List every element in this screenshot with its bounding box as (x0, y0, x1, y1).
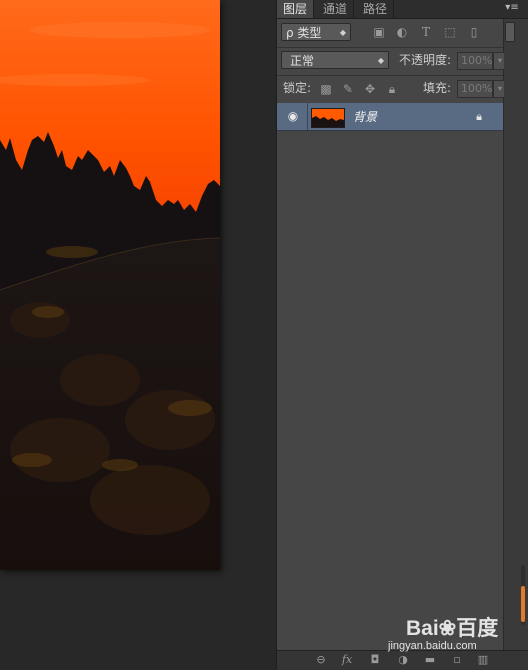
panel-collapse-handle[interactable] (505, 22, 515, 42)
adjustment-icon[interactable]: ◑ (395, 653, 411, 667)
opacity-label: 不透明度: (399, 53, 452, 67)
adjustment-filter-icon[interactable]: ◐ (395, 25, 409, 39)
filter-kind-label: ρ 类型 (286, 26, 322, 40)
link-icon[interactable]: ⊖ (313, 653, 329, 667)
mask-icon[interactable]: ◘ (367, 653, 383, 667)
chevron-updown-icon: ◆ (377, 56, 384, 65)
divider (307, 103, 308, 130)
fill-label: 填充: (423, 81, 452, 95)
shape-filter-icon[interactable]: ⬚ (443, 25, 457, 39)
fx-icon[interactable]: fx (339, 653, 355, 667)
layer-lock-icon: 🔒︎ (476, 110, 482, 123)
image-filter-icon[interactable]: ▣ (372, 25, 386, 39)
tab-paths[interactable]: 路径 (357, 0, 395, 18)
new-layer-icon[interactable]: ▫ (449, 653, 465, 667)
filter-kind-dropdown[interactable]: ρ 类型 ◆ (281, 23, 351, 41)
lock-row: 锁定: ▩ ✎ ✥ 🔒︎ 填充: 100% ▾ (277, 75, 507, 104)
lock-paint-brush-icon[interactable]: ✎ (341, 82, 355, 96)
layer-name[interactable]: 背景 (353, 108, 377, 126)
lock-label: 锁定: (283, 81, 312, 95)
blend-row: 正常 ◆ 不透明度: 100% ▾ (277, 47, 507, 76)
layer-filter-row: ρ 类型 ◆ ▣ ◐ T ⬚ ▯ (277, 19, 503, 48)
layers-bottom-bar: ⊖ fx ◘ ◑ ▬ ▫ ▥ (277, 650, 528, 670)
lock-transparent-icon[interactable]: ▩ (319, 82, 333, 96)
tab-layers[interactable]: 图层 (277, 0, 315, 18)
layer-row-background[interactable]: ◉ 背景 🔒︎ (277, 103, 503, 131)
lock-move-icon[interactable]: ✥ (363, 82, 377, 96)
panel-tab-bar: 图层 通道 路径 ▾≡ (277, 0, 528, 19)
scrollbar-thumb[interactable] (521, 586, 525, 622)
tab-channels[interactable]: 通道 (317, 0, 355, 18)
layers-panel: ρ 类型 ◆ ▣ ◐ T ⬚ ▯ 正常 ◆ 不透明度: 100% ▾ 锁定: ▩… (277, 19, 507, 650)
layers-panel-dock: 图层 通道 路径 ▾≡ ρ 类型 ◆ ▣ ◐ T ⬚ ▯ 正常 ◆ 不透明度: … (276, 0, 528, 670)
blend-mode-dropdown[interactable]: 正常 ◆ (281, 51, 389, 69)
panel-menu-icon[interactable]: ▾≡ (505, 2, 519, 14)
blend-mode-value: 正常 (290, 54, 315, 68)
visibility-eye-icon[interactable]: ◉ (285, 109, 301, 123)
lock-all-icon[interactable]: 🔒︎ (385, 82, 399, 96)
trash-icon[interactable]: ▥ (475, 653, 491, 667)
panel-side-strip (504, 19, 528, 650)
sunset-forest-image[interactable] (0, 0, 220, 570)
smart-object-filter-icon[interactable]: ▯ (467, 25, 481, 39)
fill-input[interactable]: 100% (457, 80, 493, 98)
group-folder-icon[interactable]: ▬ (422, 653, 438, 667)
type-filter-icon[interactable]: T (419, 25, 433, 39)
document-canvas-area[interactable] (0, 0, 276, 669)
opacity-input[interactable]: 100% (457, 52, 493, 70)
chevron-updown-icon: ◆ (339, 28, 346, 37)
layer-thumbnail (311, 108, 345, 128)
